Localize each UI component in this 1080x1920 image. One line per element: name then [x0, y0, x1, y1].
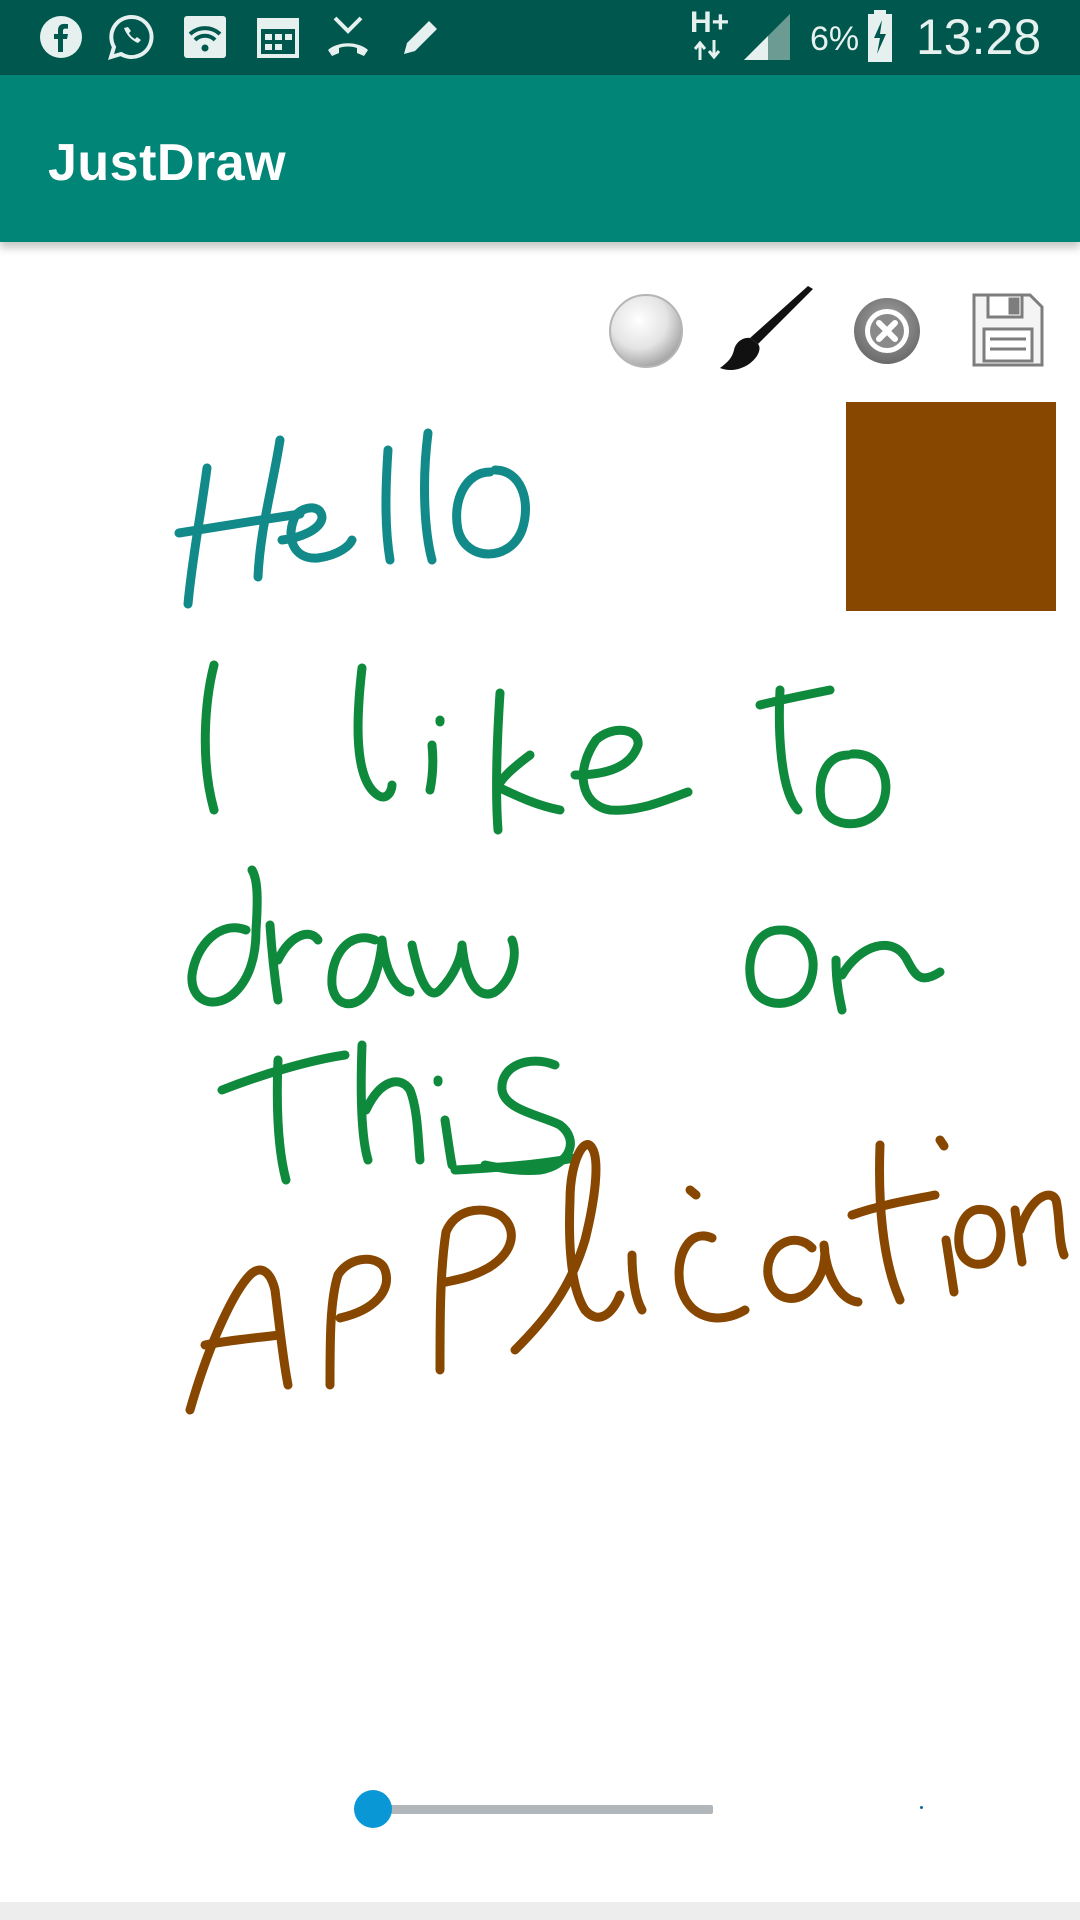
slider-track[interactable] — [373, 1805, 713, 1814]
drawing-canvas[interactable] — [0, 0, 1080, 1920]
close-circle-icon — [854, 298, 920, 364]
battery-charging-icon — [868, 10, 892, 62]
app-bar: JustDraw — [0, 75, 1080, 242]
drawn-stroke-application — [185, 1135, 1069, 1415]
clear-button[interactable] — [850, 294, 924, 368]
whatsapp-icon — [108, 14, 154, 60]
eraser-button[interactable] — [606, 291, 686, 371]
status-time: 13:28 — [916, 9, 1042, 65]
bottom-strip — [0, 1902, 1080, 1920]
brush-size-slider[interactable] — [354, 1787, 717, 1831]
brush-button[interactable] — [718, 286, 818, 376]
eraser-circle-icon — [609, 294, 683, 368]
signal-icon — [744, 14, 790, 60]
drawn-stroke-hello — [174, 428, 530, 609]
network-type: H+ — [690, 6, 730, 39]
save-button[interactable] — [970, 291, 1046, 369]
floppy-disk-icon — [972, 293, 1044, 367]
slider-thumb[interactable] — [354, 1790, 392, 1828]
app-title: JustDraw — [48, 134, 287, 192]
network-arrows-icon — [693, 40, 721, 60]
wifi-settings-icon — [184, 16, 226, 58]
current-color-swatch[interactable] — [846, 402, 1056, 611]
pencil-icon — [404, 21, 437, 54]
battery-percent: 6% — [810, 20, 860, 58]
missed-call-icon — [328, 16, 368, 56]
brush-size-preview — [920, 1806, 923, 1809]
paintbrush-icon — [720, 286, 813, 371]
facebook-icon — [40, 16, 82, 58]
status-bar: H+ 6% 13:28 — [0, 0, 1080, 75]
drawn-stroke-body — [187, 660, 945, 1185]
calendar-icon — [257, 18, 299, 58]
